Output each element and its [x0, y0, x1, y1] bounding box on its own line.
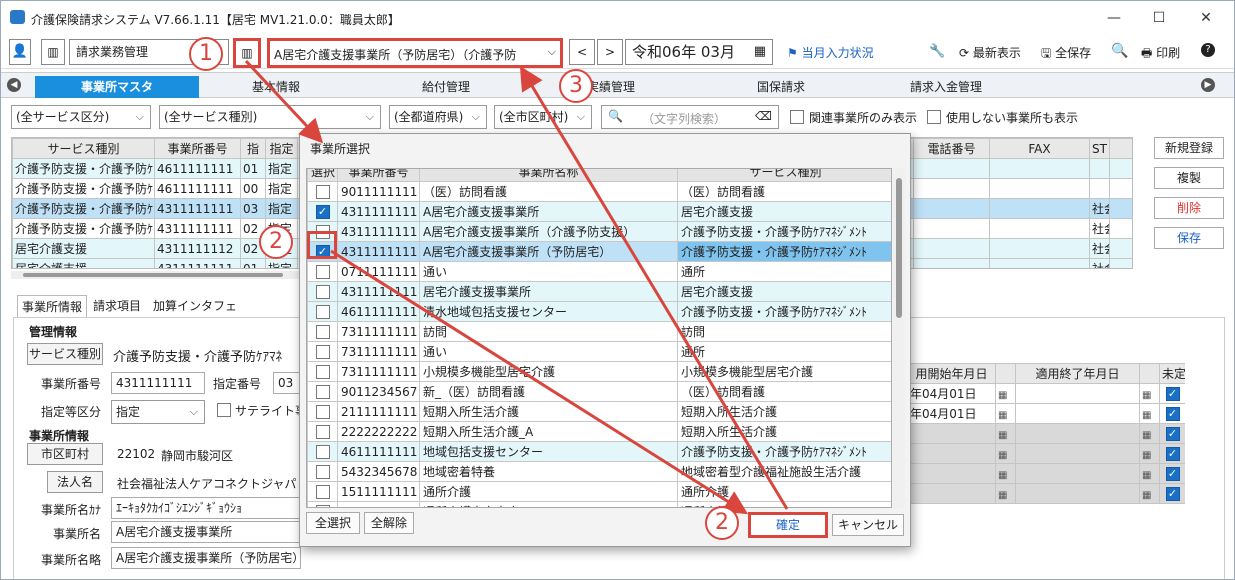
app-window: 介護保険請求システム V7.66.1.11【居宅 MV1.21.0.0：職員太郎…	[0, 0, 1235, 580]
arrow-3	[519, 65, 789, 510]
callout-2a: 2	[259, 225, 293, 259]
arrow-2	[330, 249, 749, 515]
callout-3: 3	[559, 69, 593, 103]
callout-2b: 2	[705, 506, 739, 540]
arrow-1	[244, 59, 324, 144]
callout-1: 1	[189, 37, 223, 71]
annotation-arrows	[244, 59, 789, 515]
